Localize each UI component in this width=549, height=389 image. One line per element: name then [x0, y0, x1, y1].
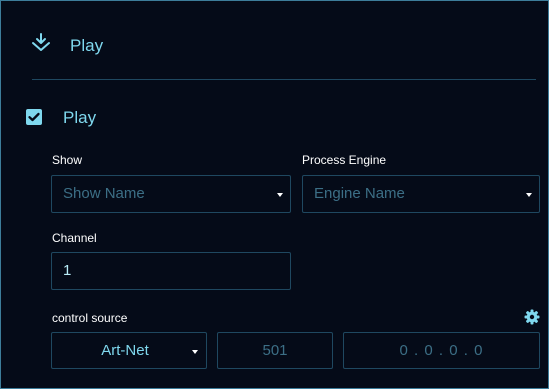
engine-select[interactable]: Engine Name	[302, 175, 540, 213]
show-select-placeholder: Show Name	[63, 185, 145, 202]
channel-input[interactable]: 1	[51, 252, 291, 290]
ip-address-input[interactable]: 0 . 0 . 0 . 0	[343, 332, 540, 369]
section-title: Play	[63, 108, 97, 127]
channel-label: Channel	[52, 231, 97, 245]
dropdown-caret-icon	[277, 193, 283, 197]
show-select[interactable]: Show Name	[51, 175, 291, 213]
control-source-label: control source	[52, 311, 128, 325]
port-placeholder: 501	[262, 342, 288, 359]
port-input[interactable]: 501	[217, 332, 333, 369]
download-arrow-icon	[32, 33, 50, 51]
process-engine-label: Process Engine	[302, 153, 387, 167]
engine-select-placeholder: Engine Name	[314, 185, 405, 202]
ip-placeholder: 0 . 0 . 0 . 0	[399, 342, 484, 359]
divider	[32, 79, 536, 80]
channel-value: 1	[63, 262, 72, 279]
dropdown-caret-icon	[192, 350, 198, 354]
protocol-select[interactable]: Art-Net	[51, 332, 207, 369]
gear-icon[interactable]	[524, 309, 540, 325]
checkmark-icon	[28, 112, 40, 122]
header-title: Play	[70, 36, 104, 55]
protocol-value: Art-Net	[101, 342, 149, 359]
show-label: Show	[52, 153, 83, 167]
play-panel: Play Play Show Process Engine Show Name …	[0, 0, 549, 389]
dropdown-caret-icon	[526, 193, 532, 197]
play-checkbox[interactable]	[26, 109, 42, 125]
